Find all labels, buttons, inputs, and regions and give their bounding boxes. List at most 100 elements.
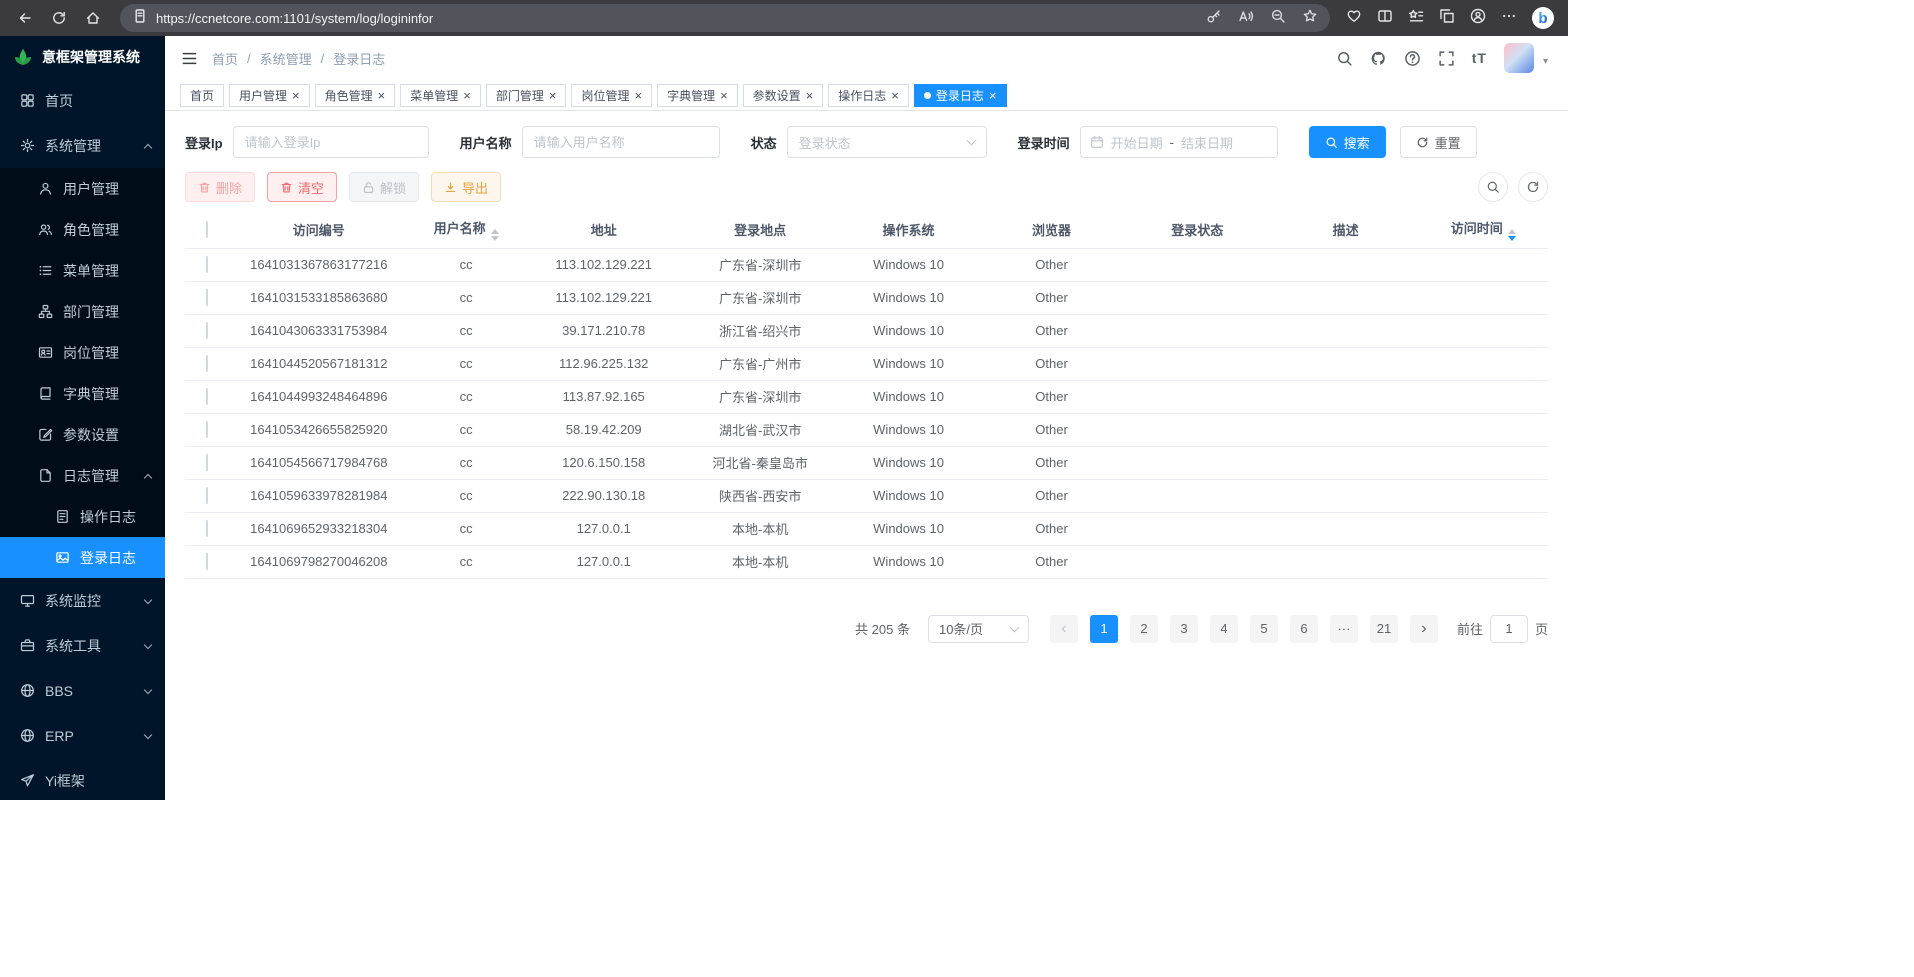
- breadcrumb-home[interactable]: 首页: [212, 49, 238, 68]
- page-number-button[interactable]: 6: [1290, 615, 1318, 643]
- sidebar-item-post-management[interactable]: 岗位管理: [0, 332, 165, 373]
- tab-close-icon[interactable]: ×: [806, 89, 814, 102]
- github-button[interactable]: [1370, 50, 1387, 67]
- page-number-button[interactable]: 1: [1090, 615, 1118, 643]
- row-checkbox[interactable]: [206, 322, 208, 339]
- refresh-table-button[interactable]: [1518, 172, 1548, 202]
- browser-home-button[interactable]: [76, 3, 110, 33]
- date-range-picker[interactable]: 开始日期 - 结束日期: [1080, 126, 1278, 158]
- page-number-button[interactable]: 21: [1370, 615, 1398, 643]
- login-ip-input[interactable]: [233, 126, 429, 158]
- sidebar-item-log-management[interactable]: 日志管理: [0, 455, 165, 496]
- view-tab[interactable]: 角色管理 ×: [315, 84, 396, 107]
- row-checkbox[interactable]: [206, 421, 208, 438]
- app-logo[interactable]: 意框架管理系统: [0, 36, 165, 78]
- favorites-bar-icon[interactable]: [1408, 8, 1424, 29]
- sidebar-item-bbs[interactable]: BBS: [0, 668, 165, 713]
- sidebar-item-user-management[interactable]: 用户管理: [0, 168, 165, 209]
- favorite-star-icon[interactable]: [1302, 8, 1318, 29]
- sidebar-item-department-management[interactable]: 部门管理: [0, 291, 165, 332]
- tab-close-icon[interactable]: ×: [549, 89, 557, 102]
- copilot-icon[interactable]: b: [1532, 7, 1554, 29]
- page-info-icon[interactable]: [132, 8, 148, 29]
- row-checkbox[interactable]: [206, 553, 208, 570]
- column-header-username[interactable]: 用户名称: [409, 211, 522, 248]
- password-key-icon[interactable]: [1206, 8, 1222, 29]
- tab-close-icon[interactable]: ×: [891, 89, 899, 102]
- sidebar-item-system-monitoring[interactable]: 系统监控: [0, 578, 165, 623]
- sidebar-item-dictionary-management[interactable]: 字典管理: [0, 373, 165, 414]
- clear-button[interactable]: 清空: [267, 172, 337, 202]
- view-tab[interactable]: 参数设置 ×: [743, 84, 824, 107]
- unlock-button[interactable]: 解锁: [349, 172, 419, 202]
- goto-page-input[interactable]: [1490, 615, 1528, 643]
- row-checkbox[interactable]: [206, 355, 208, 372]
- row-checkbox[interactable]: [206, 256, 208, 273]
- avatar-caret-icon[interactable]: ▾: [1543, 56, 1548, 73]
- view-tab[interactable]: 操作日志 ×: [828, 84, 909, 107]
- view-tab[interactable]: 部门管理 ×: [486, 84, 567, 107]
- export-button[interactable]: 导出: [431, 172, 501, 202]
- browser-essentials-icon[interactable]: [1346, 8, 1362, 29]
- view-tab[interactable]: 用户管理 ×: [229, 84, 310, 107]
- settings-menu-icon[interactable]: [1501, 8, 1517, 29]
- page-number-button[interactable]: 5: [1250, 615, 1278, 643]
- sidebar-item-operation-log[interactable]: 操作日志: [0, 496, 165, 537]
- row-checkbox[interactable]: [206, 520, 208, 537]
- username-input[interactable]: [522, 126, 720, 158]
- delete-button[interactable]: 删除: [185, 172, 255, 202]
- row-checkbox[interactable]: [206, 289, 208, 306]
- page-number-button[interactable]: 4: [1210, 615, 1238, 643]
- font-size-button[interactable]: tT: [1472, 50, 1487, 66]
- zoom-out-icon[interactable]: [1270, 8, 1286, 29]
- sort-icon[interactable]: [491, 229, 499, 241]
- view-tab[interactable]: 首页: [180, 84, 224, 107]
- tab-close-icon[interactable]: ×: [463, 89, 471, 102]
- help-button[interactable]: [1404, 50, 1421, 67]
- page-number-button[interactable]: ···: [1330, 615, 1358, 643]
- page-number-button[interactable]: 3: [1170, 615, 1198, 643]
- row-checkbox[interactable]: [206, 388, 208, 405]
- view-tab[interactable]: 岗位管理 ×: [571, 84, 652, 107]
- show-search-toggle-button[interactable]: [1478, 172, 1508, 202]
- collections-icon[interactable]: [1439, 8, 1455, 29]
- split-screen-icon[interactable]: [1377, 8, 1393, 29]
- sidebar-item-menu-management[interactable]: 菜单管理: [0, 250, 165, 291]
- sidebar-item-system-management[interactable]: 系统管理: [0, 123, 165, 168]
- tab-close-icon[interactable]: ×: [720, 89, 728, 102]
- row-checkbox[interactable]: [206, 487, 208, 504]
- tab-close-icon[interactable]: ×: [292, 89, 300, 102]
- status-select[interactable]: 登录状态: [787, 126, 987, 158]
- sidebar-toggle-button[interactable]: [181, 50, 198, 67]
- sidebar-item-system-tools[interactable]: 系统工具: [0, 623, 165, 668]
- tab-close-icon[interactable]: ×: [989, 89, 997, 102]
- address-bar[interactable]: https://ccnetcore.com:1101/system/log/lo…: [120, 4, 1330, 32]
- view-tab[interactable]: 字典管理 ×: [657, 84, 738, 107]
- sort-icon[interactable]: [1508, 229, 1516, 241]
- tab-close-icon[interactable]: ×: [378, 89, 386, 102]
- view-tab[interactable]: 菜单管理 ×: [400, 84, 481, 107]
- header-search-button[interactable]: [1336, 50, 1353, 67]
- sidebar-item-role-management[interactable]: 角色管理: [0, 209, 165, 250]
- browser-back-button[interactable]: [8, 3, 42, 33]
- sidebar-item-login-log[interactable]: 登录日志: [0, 537, 165, 578]
- prev-page-button[interactable]: ‹: [1050, 615, 1078, 643]
- view-tab[interactable]: 登录日志 ×: [914, 84, 1007, 107]
- next-page-button[interactable]: ›: [1410, 615, 1438, 643]
- address-url[interactable]: https://ccnetcore.com:1101/system/log/lo…: [156, 11, 1206, 26]
- row-checkbox[interactable]: [206, 454, 208, 471]
- user-avatar[interactable]: [1504, 43, 1534, 73]
- sidebar-item-home[interactable]: 首页: [0, 78, 165, 123]
- breadcrumb-system[interactable]: 系统管理: [260, 49, 312, 68]
- sidebar-item-yi-framework[interactable]: Yi框架: [0, 758, 165, 800]
- reset-button[interactable]: 重置: [1400, 126, 1477, 158]
- select-all-checkbox[interactable]: [206, 221, 208, 238]
- sidebar-item-erp[interactable]: ERP: [0, 713, 165, 758]
- column-header-visit-time[interactable]: 访问时间: [1418, 211, 1548, 248]
- browser-refresh-button[interactable]: [42, 3, 76, 33]
- page-number-button[interactable]: 2: [1130, 615, 1158, 643]
- fullscreen-button[interactable]: [1438, 50, 1455, 67]
- tab-close-icon[interactable]: ×: [634, 89, 642, 102]
- browser-profile-avatar[interactable]: [1470, 8, 1486, 29]
- sidebar-item-parameter-settings[interactable]: 参数设置: [0, 414, 165, 455]
